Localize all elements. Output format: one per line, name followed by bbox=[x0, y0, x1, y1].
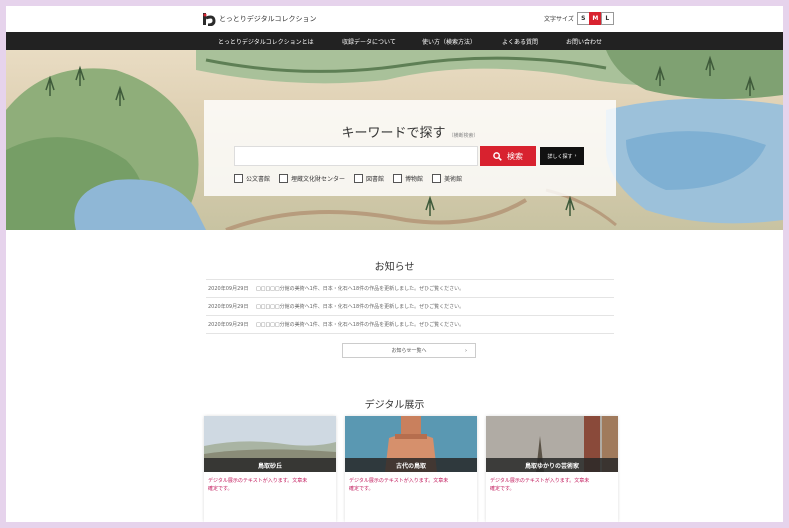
site-title: とっとりデジタルコレクション bbox=[219, 15, 317, 23]
exhibit-label: 鳥取ゆかりの芸術家 bbox=[486, 458, 618, 472]
exhibit-label: 古代の鳥取 bbox=[345, 458, 477, 472]
exhibit-text: デジタル展示のテキストが入ります。文章未確定です。 bbox=[490, 478, 590, 492]
filter-label: 博物館 bbox=[405, 176, 424, 183]
nav-item-data[interactable]: 収録データについて bbox=[342, 37, 396, 46]
logo-mark-icon bbox=[203, 13, 216, 26]
filter-label: 美術館 bbox=[444, 176, 463, 183]
advanced-search-label: 詳しく探す bbox=[547, 153, 573, 160]
news-list: 2020年09月29日 □□□□□分館の美術へ1件、日本・化石へ18件の作品を更… bbox=[206, 279, 614, 334]
page: とっとりデジタルコレクション 文字サイズ S M L とっとりデジタルコレクショ… bbox=[6, 6, 783, 522]
nav-item-contact[interactable]: お問い合わせ bbox=[566, 37, 602, 46]
news-item[interactable]: 2020年09月29日 □□□□□分館の美術へ1件、日本・化石へ18件の作品を更… bbox=[206, 316, 614, 334]
search-input[interactable] bbox=[234, 146, 478, 166]
checkbox[interactable] bbox=[354, 174, 364, 183]
filter-cultural-center[interactable]: 埋蔵文化財センター bbox=[279, 174, 345, 183]
exhibit-label: 鳥取砂丘 bbox=[204, 458, 336, 472]
top-bar: とっとりデジタルコレクション 文字サイズ S M L bbox=[6, 6, 783, 32]
exhibit-card-ancient[interactable]: 古代の鳥取 デジタル展示のテキストが入ります。文章未確定です。 bbox=[345, 416, 477, 522]
news-section-title: お知らせ bbox=[374, 262, 415, 273]
search-button[interactable]: 検索 bbox=[480, 146, 536, 166]
search-title-note: （横断検索） bbox=[448, 133, 479, 139]
nav-item-howto[interactable]: 使い方（検索方法） bbox=[422, 37, 476, 46]
filter-label: 埋蔵文化財センター bbox=[291, 176, 346, 183]
filter-label: 図書館 bbox=[366, 176, 385, 183]
news-date: 2020年09月29日 bbox=[208, 286, 249, 292]
news-item[interactable]: 2020年09月29日 □□□□□分館の美術へ1件、日本・化石へ18件の作品を更… bbox=[206, 279, 614, 298]
exhibit-cards: 鳥取砂丘 デジタル展示のテキストが入ります。文章未確定です。 古代の鳥取 デジタ… bbox=[204, 416, 618, 522]
search-filters: 公文書館 埋蔵文化財センター 図書館 博物館 美術館 bbox=[234, 174, 471, 183]
news-more-button[interactable]: お知らせ一覧へ › bbox=[342, 343, 476, 358]
search-panel: キーワードで探す （横断検索） 検索 詳しく探す › 公文書館 埋蔵文化財センター … bbox=[204, 100, 616, 196]
filter-label: 公文書館 bbox=[246, 176, 271, 183]
search-icon bbox=[493, 151, 502, 161]
search-title: キーワードで探す （横断検索） bbox=[204, 122, 616, 141]
font-size-large-button[interactable]: L bbox=[600, 12, 614, 25]
nav-item-about[interactable]: とっとりデジタルコレクションとは bbox=[218, 37, 314, 46]
exhibit-card-artists[interactable]: 鳥取ゆかりの芸術家 デジタル展示のテキストが入ります。文章未確定です。 bbox=[486, 416, 618, 522]
advanced-search-button[interactable]: 詳しく探す › bbox=[540, 147, 584, 165]
chevron-right-icon: › bbox=[574, 153, 577, 159]
nav-item-faq[interactable]: よくある質問 bbox=[502, 37, 538, 46]
checkbox[interactable] bbox=[234, 174, 243, 183]
search-title-text: キーワードで探す bbox=[341, 126, 446, 141]
main-nav: とっとりデジタルコレクションとは 収録データについて 使い方（検索方法） よくあ… bbox=[6, 32, 783, 50]
filter-archives[interactable]: 公文書館 bbox=[234, 174, 270, 183]
exhibit-text: デジタル展示のテキストが入ります。文章未確定です。 bbox=[208, 478, 308, 492]
checkbox[interactable] bbox=[393, 174, 403, 183]
checkbox[interactable] bbox=[432, 174, 442, 183]
filter-art-museum[interactable]: 美術館 bbox=[432, 174, 462, 183]
news-date: 2020年09月29日 bbox=[208, 322, 249, 328]
checkbox[interactable] bbox=[279, 174, 289, 183]
exhibits-section-title: デジタル展示 bbox=[364, 400, 425, 411]
filter-museum[interactable]: 博物館 bbox=[393, 174, 423, 183]
exhibit-text: デジタル展示のテキストが入ります。文章未確定です。 bbox=[349, 478, 449, 492]
exhibit-card-dunes[interactable]: 鳥取砂丘 デジタル展示のテキストが入ります。文章未確定です。 bbox=[204, 416, 336, 522]
hero-banner: キーワードで探す （横断検索） 検索 詳しく探す › 公文書館 埋蔵文化財センター … bbox=[6, 50, 783, 230]
news-text: □□□□□分館の美術へ1件、日本・化石へ18件の作品を更新しました。ぜひご覧くだ… bbox=[256, 322, 465, 328]
news-text: □□□□□分館の美術へ1件、日本・化石へ18件の作品を更新しました。ぜひご覧くだ… bbox=[256, 304, 465, 310]
news-item[interactable]: 2020年09月29日 □□□□□分館の美術へ1件、日本・化石へ18件の作品を更… bbox=[206, 298, 614, 316]
font-size-label: 文字サイズ bbox=[544, 16, 574, 23]
search-button-label: 検索 bbox=[507, 151, 523, 161]
news-more-label: お知らせ一覧へ bbox=[391, 348, 427, 354]
news-text: □□□□□分館の美術へ1件、日本・化石へ18件の作品を更新しました。ぜひご覧くだ… bbox=[256, 286, 465, 292]
chevron-right-icon: › bbox=[465, 348, 467, 354]
filter-library[interactable]: 図書館 bbox=[354, 174, 384, 183]
site-logo[interactable]: とっとりデジタルコレクション bbox=[202, 12, 317, 26]
news-date: 2020年09月29日 bbox=[208, 304, 249, 310]
font-size-switcher: 文字サイズ S M L bbox=[544, 12, 614, 25]
